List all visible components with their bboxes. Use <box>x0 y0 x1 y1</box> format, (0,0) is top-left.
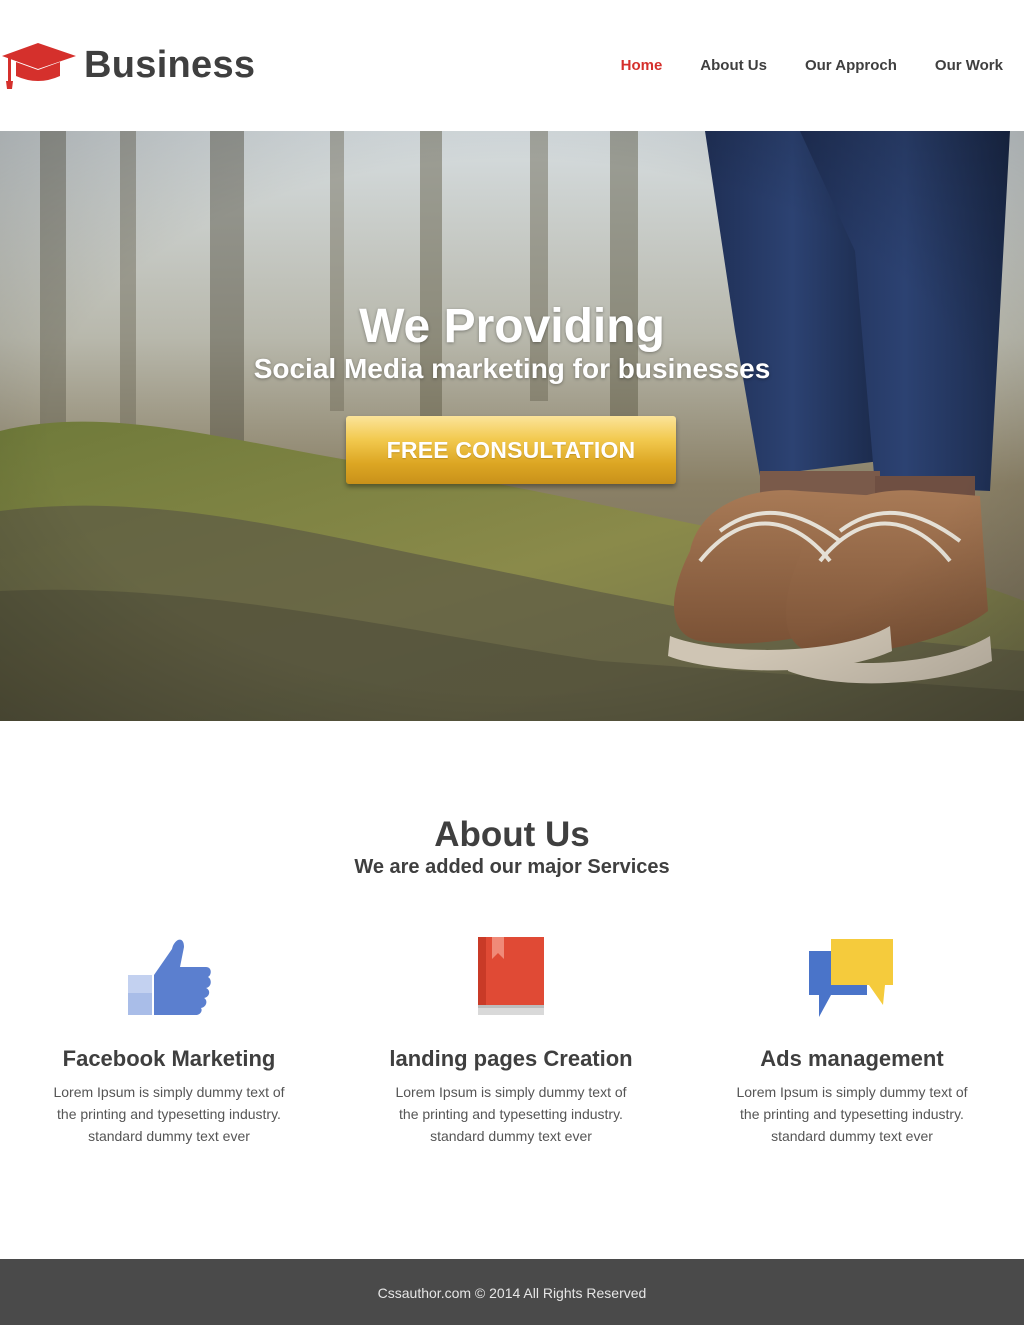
service-description: Lorem Ipsum is simply dummy text of the … <box>736 1084 968 1144</box>
main-nav: Home About Us Our Approch Our Work <box>583 57 1003 74</box>
book-icon <box>478 937 544 1015</box>
nav-our-approch[interactable]: Our Approch <box>805 57 897 74</box>
service-description: Lorem Ipsum is simply dummy text of the … <box>53 1084 285 1144</box>
site-header: Business Home About Us Our Approch Our W… <box>0 0 1024 131</box>
free-consultation-button[interactable]: FREE CONSULTATION <box>346 416 676 484</box>
service-ads-management: Ads management Lorem Ipsum is simply dum… <box>682 935 1022 1147</box>
logo-text: Business <box>84 43 256 86</box>
hero-title: We Providing <box>359 300 665 353</box>
service-landing-pages: landing pages Creation Lorem Ipsum is si… <box>341 935 681 1147</box>
graduation-cap-icon <box>2 43 76 89</box>
hero-subtitle: Social Media marketing for businesses <box>253 353 771 384</box>
about-title: About Us <box>434 815 590 854</box>
chat-bubbles-icon <box>809 939 893 1017</box>
nav-our-work[interactable]: Our Work <box>935 57 1003 74</box>
logo[interactable]: Business <box>2 40 255 92</box>
about-subtitle: We are added our major Services <box>354 856 670 878</box>
service-title: landing pages Creation <box>389 1046 633 1071</box>
nav-about-us[interactable]: About Us <box>700 57 767 74</box>
service-description: Lorem Ipsum is simply dummy text of the … <box>395 1084 627 1144</box>
nav-home[interactable]: Home <box>621 57 663 74</box>
site-footer: Cssauthor.com © 2014 All Rights Reserved <box>0 1259 1024 1325</box>
service-title: Facebook Marketing <box>62 1046 276 1071</box>
service-facebook-marketing: Facebook Marketing Lorem Ipsum is simply… <box>0 935 339 1147</box>
copyright-text: Cssauthor.com © 2014 All Rights Reserved <box>377 1285 647 1301</box>
hero-banner: We Providing Social Media marketing for … <box>0 131 1024 721</box>
service-title: Ads management <box>760 1046 944 1071</box>
thumbs-up-icon <box>128 939 211 1015</box>
